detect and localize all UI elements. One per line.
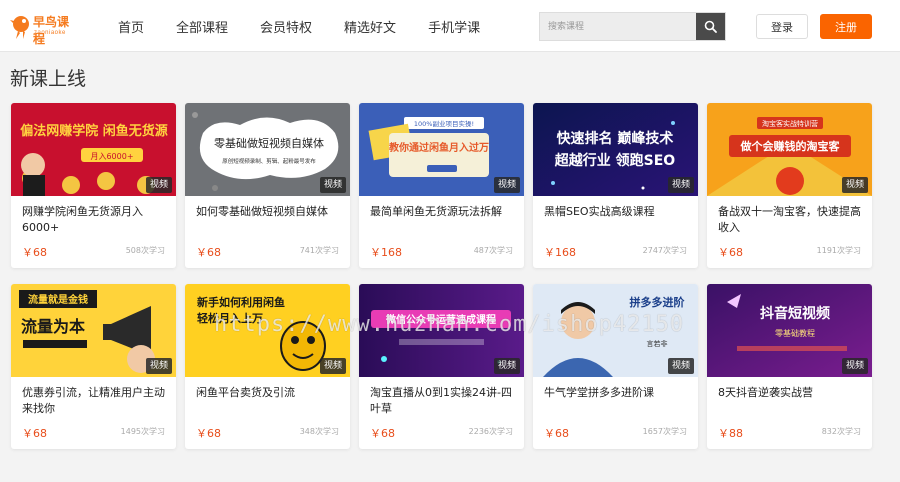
main-nav: 首页 全部课程 会员特权 精选好文 手机学课 xyxy=(118,0,512,52)
course-card[interactable]: 抖音短视频 零基础教程 视频 8天抖音逆袭实战营 ￥88 832次学习 xyxy=(707,284,872,449)
register-button[interactable]: 注册 xyxy=(820,14,872,39)
learner-count: 832次学习 xyxy=(821,427,861,436)
video-tag: 视频 xyxy=(841,358,868,374)
thumb-text: 做个会赚钱的淘宝客 xyxy=(740,139,841,153)
course-card[interactable]: 拼多多进阶 言若非 视频 牛气学堂拼多多进阶课 ￥68 1657次学习 xyxy=(533,284,698,449)
course-title: 备战双十一淘宝客，快速提高收入 xyxy=(718,205,861,234)
course-title: 黑帽SEO实战高级课程 xyxy=(544,205,655,218)
video-tag: 视频 xyxy=(667,177,694,193)
nav-articles[interactable]: 精选好文 xyxy=(344,17,396,36)
course-card[interactable]: 新手如何利用闲鱼 轻松月入上万 视频 闲鱼平台卖货及引流 ￥68 348次学习 xyxy=(185,284,350,449)
course-thumbnail: 新手如何利用闲鱼 轻松月入上万 视频 xyxy=(185,284,350,377)
learner-count: 1191次学习 xyxy=(816,246,861,255)
logo-subtext: zaoniaoke xyxy=(34,30,66,36)
course-price: ￥68 xyxy=(196,246,221,259)
course-price: ￥88 xyxy=(718,427,743,440)
course-price: ￥168 xyxy=(544,246,576,259)
course-title: 如何零基础做短视频自媒体 xyxy=(196,205,328,218)
video-tag: 视频 xyxy=(841,177,868,193)
search-button[interactable] xyxy=(696,13,725,40)
course-card[interactable]: 100%副业项目实操! 教你通过闲鱼月入过万 视频 最简单闲鱼无货源玩法拆解 ￥… xyxy=(359,103,524,268)
thumb-text: 微信公众号运营速成课程 xyxy=(385,313,496,326)
nav-vip[interactable]: 会员特权 xyxy=(260,17,312,36)
learner-count: 1495次学习 xyxy=(120,427,165,436)
nav-home[interactable]: 首页 xyxy=(118,17,144,36)
course-thumbnail: 抖音短视频 零基础教程 视频 xyxy=(707,284,872,377)
course-price: ￥168 xyxy=(370,246,402,259)
course-card[interactable]: 流量就是金钱 流量为本 视频 优惠券引流，让精准用户主动来找你 ￥68 1495… xyxy=(11,284,176,449)
video-tag: 视频 xyxy=(667,358,694,374)
course-card[interactable]: 零基础做短视频自媒体 原创短视频录制、剪辑、起粉最号发布 视频 如何零基础做短视… xyxy=(185,103,350,268)
course-price: ￥68 xyxy=(718,246,743,259)
course-title: 8天抖音逆袭实战营 xyxy=(718,386,813,399)
video-tag: 视频 xyxy=(319,358,346,374)
course-price: ￥68 xyxy=(22,427,47,440)
learner-count: 487次学习 xyxy=(473,246,513,255)
nav-all-courses[interactable]: 全部课程 xyxy=(176,17,228,36)
thumb-subtext: 月入6000+ xyxy=(90,152,133,161)
thumb-text: 教你通过闲鱼月入过万 xyxy=(388,141,489,154)
video-tag: 视频 xyxy=(493,177,520,193)
course-thumbnail: 拼多多进阶 言若非 视频 xyxy=(533,284,698,377)
thumb-subtext: 轻松月入上万 xyxy=(197,311,263,325)
video-tag: 视频 xyxy=(319,177,346,193)
learner-count: 508次学习 xyxy=(125,246,165,255)
course-thumbnail: 100%副业项目实操! 教你通过闲鱼月入过万 视频 xyxy=(359,103,524,196)
video-tag: 视频 xyxy=(145,177,172,193)
course-thumbnail: 流量就是金钱 流量为本 视频 xyxy=(11,284,176,377)
course-thumbnail: 淘宝客实战特训营 做个会赚钱的淘宝客 视频 xyxy=(707,103,872,196)
course-title: 牛气学堂拼多多进阶课 xyxy=(544,386,654,399)
thumb-subtext: 原创短视频录制、剪辑、起粉最号发布 xyxy=(222,157,316,165)
site-logo[interactable]: 早鸟课程 zaoniaoke xyxy=(10,9,80,46)
course-thumbnail: 零基础做短视频自媒体 原创短视频录制、剪辑、起粉最号发布 视频 xyxy=(185,103,350,196)
thumb-subtext: 超越行业 领跑SEO xyxy=(554,152,676,169)
section-title: 新课上线 xyxy=(10,68,87,90)
learner-count: 2747次学习 xyxy=(642,246,687,255)
course-thumbnail: 偏法网赚学院 闲鱼无货源 月入6000+ 视频 xyxy=(11,103,176,196)
course-title: 优惠券引流，让精准用户主动来找你 xyxy=(22,386,165,415)
thumb-subtext: 零基础教程 xyxy=(775,328,815,338)
learner-count: 1657次学习 xyxy=(642,427,687,436)
thumb-subtext: 流量为本 xyxy=(21,317,85,336)
course-price: ￥68 xyxy=(370,427,395,440)
thumb-subtext: 100%副业项目实操! xyxy=(414,119,474,128)
course-title: 最简单闲鱼无货源玩法拆解 xyxy=(370,205,502,218)
course-card[interactable]: 微信公众号运营速成课程 视频 淘宝直播从0到1实操24讲-四叶草 ￥68 223… xyxy=(359,284,524,449)
course-thumbnail: 快速排名 巅峰技术 超越行业 领跑SEO 视频 xyxy=(533,103,698,196)
thumb-text: 零基础做短视频自媒体 xyxy=(214,136,324,150)
thumb-text: 抖音短视频 xyxy=(760,305,830,322)
thumb-text: 流量就是金钱 xyxy=(28,293,88,306)
course-title: 闲鱼平台卖货及引流 xyxy=(196,386,295,399)
course-price: ￥68 xyxy=(22,246,47,259)
thumb-text: 快速排名 巅峰技术 xyxy=(557,130,674,147)
thumb-subtext: 淘宝客实战特训营 xyxy=(762,119,818,128)
course-card[interactable]: 淘宝客实战特训营 做个会赚钱的淘宝客 视频 备战双十一淘宝客，快速提高收入 ￥6… xyxy=(707,103,872,268)
search-box xyxy=(539,12,726,41)
course-card[interactable]: 偏法网赚学院 闲鱼无货源 月入6000+ 视频 网赚学院闲鱼无货源月入6000+… xyxy=(11,103,176,268)
search-icon xyxy=(704,20,717,33)
nav-mobile[interactable]: 手机学课 xyxy=(428,17,480,36)
thumb-subtext: 言若非 xyxy=(647,339,668,348)
video-tag: 视频 xyxy=(145,358,172,374)
video-tag: 视频 xyxy=(493,358,520,374)
learner-count: 2236次学习 xyxy=(468,427,513,436)
login-button[interactable]: 登录 xyxy=(756,14,808,39)
course-card[interactable]: 快速排名 巅峰技术 超越行业 领跑SEO 视频 黑帽SEO实战高级课程 ￥168… xyxy=(533,103,698,268)
top-header: 早鸟课程 zaoniaoke 首页 全部课程 会员特权 精选好文 手机学课 登录… xyxy=(0,0,900,52)
course-grid: 偏法网赚学院 闲鱼无货源 月入6000+ 视频 网赚学院闲鱼无货源月入6000+… xyxy=(11,103,873,449)
thumb-text: 新手如何利用闲鱼 xyxy=(197,295,285,309)
learner-count: 741次学习 xyxy=(299,246,339,255)
course-thumbnail: 微信公众号运营速成课程 视频 xyxy=(359,284,524,377)
course-price: ￥68 xyxy=(196,427,221,440)
course-price: ￥68 xyxy=(544,427,569,440)
learner-count: 348次学习 xyxy=(299,427,339,436)
thumb-text: 偏法网赚学院 闲鱼无货源 xyxy=(20,123,168,139)
course-title: 淘宝直播从0到1实操24讲-四叶草 xyxy=(370,386,512,415)
search-input[interactable] xyxy=(540,13,697,40)
thumb-text: 拼多多进阶 xyxy=(630,295,686,309)
course-title: 网赚学院闲鱼无货源月入6000+ xyxy=(22,205,143,234)
